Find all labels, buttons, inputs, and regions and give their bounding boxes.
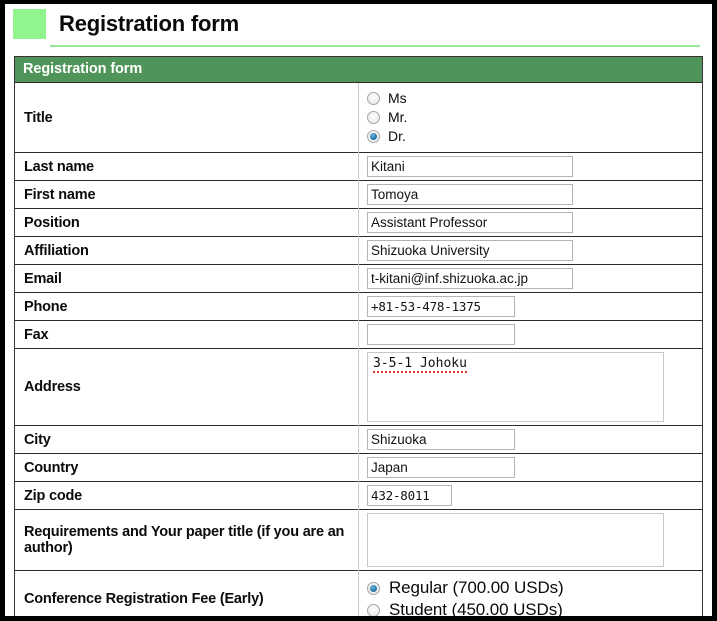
radio-label-dr: Dr. [388, 128, 406, 144]
form-row-country: Country Japan [15, 453, 702, 482]
radio-label-ms: Ms [388, 90, 407, 106]
label-first-name: First name [15, 180, 359, 209]
radio-icon-regular[interactable] [367, 581, 380, 595]
registration-form: Registration form Title Ms Mr. Dr. Last … [14, 56, 703, 619]
page-title: Registration form [59, 11, 239, 36]
field-title: Ms Mr. Dr. [359, 83, 703, 153]
label-fax: Fax [15, 320, 359, 349]
green-swatch-icon [13, 9, 46, 39]
phone-input[interactable]: +81-53-478-1375 [367, 296, 515, 317]
field-last-name: Kitani [358, 152, 702, 181]
registration-page: Registration form Registration form Titl… [0, 0, 717, 621]
requirements-textarea[interactable] [367, 513, 664, 567]
label-position: Position [15, 208, 359, 237]
field-city: Shizuoka [358, 425, 702, 454]
field-fax [358, 320, 702, 349]
label-registration-fee: Conference Registration Fee (Early) [15, 570, 359, 616]
form-row-affiliation: Affiliation Shizuoka University [15, 236, 702, 265]
zip-code-input[interactable]: 432-8011 [367, 485, 452, 506]
first-name-input[interactable]: Tomoya [367, 184, 573, 205]
form-row-registration-fee: Conference Registration Fee (Early) Regu… [15, 570, 702, 619]
radio-option-ms[interactable]: Ms [367, 89, 702, 108]
label-zip-code: Zip code [15, 481, 359, 510]
field-affiliation: Shizuoka University [358, 236, 702, 265]
form-section-title: Registration form [15, 57, 702, 83]
label-city: City [15, 425, 359, 454]
label-country: Country [15, 453, 359, 482]
radio-label-mr: Mr. [388, 109, 408, 125]
label-phone: Phone [15, 292, 359, 321]
field-zip-code: 432-8011 [358, 481, 702, 510]
label-email: Email [15, 264, 359, 293]
radio-label-regular: Regular (700.00 USDs) [389, 578, 564, 597]
radio-option-dr[interactable]: Dr. [367, 127, 702, 146]
form-row-city: City Shizuoka [15, 425, 702, 454]
field-position: Assistant Professor [358, 208, 702, 237]
form-row-requirements: Requirements and Your paper title (if yo… [15, 509, 702, 571]
radio-option-regular[interactable]: Regular (700.00 USDs) [367, 577, 702, 599]
label-affiliation: Affiliation [15, 236, 359, 265]
radio-icon-ms[interactable] [367, 92, 380, 105]
radio-option-mr[interactable]: Mr. [367, 108, 702, 127]
title-radio-group[interactable]: Ms Mr. Dr. [367, 86, 702, 149]
field-first-name: Tomoya [358, 180, 702, 209]
header-divider [50, 45, 700, 47]
form-row-last-name: Last name Kitani [15, 152, 702, 181]
form-row-fax: Fax [15, 320, 702, 349]
affiliation-input[interactable]: Shizuoka University [367, 240, 573, 261]
address-value: 3-5-1 Johoku [373, 356, 467, 373]
label-title: Title [15, 82, 359, 153]
form-row-first-name: First name Tomoya [15, 180, 702, 209]
radio-option-student[interactable]: Student (450.00 USDs) [367, 599, 702, 619]
city-input[interactable]: Shizuoka [367, 429, 515, 450]
form-row-position: Position Assistant Professor [15, 208, 702, 237]
field-registration-fee: Regular (700.00 USDs) Student (450.00 US… [358, 570, 702, 619]
field-phone: +81-53-478-1375 [358, 292, 702, 321]
label-address: Address [15, 348, 359, 426]
last-name-input[interactable]: Kitani [367, 156, 573, 177]
field-address: 3-5-1 Johoku [358, 348, 702, 426]
page-header: Registration form [5, 4, 712, 44]
field-country: Japan [358, 453, 702, 482]
fee-radio-group[interactable]: Regular (700.00 USDs) Student (450.00 US… [367, 574, 702, 619]
form-row-email: Email t-kitani@inf.shizuoka.ac.jp [15, 264, 702, 293]
radio-icon-mr[interactable] [367, 111, 380, 124]
form-row-title: Title Ms Mr. Dr. [15, 82, 703, 153]
label-requirements: Requirements and Your paper title (if yo… [15, 509, 359, 571]
address-textarea[interactable]: 3-5-1 Johoku [367, 352, 664, 422]
fax-input[interactable] [367, 324, 515, 345]
form-section-header-row: Registration form [15, 57, 702, 83]
radio-icon-dr[interactable] [367, 130, 380, 143]
label-last-name: Last name [15, 152, 359, 181]
field-requirements [358, 509, 702, 571]
form-table: Registration form Title Ms Mr. Dr. Last … [15, 57, 703, 619]
radio-label-student: Student (450.00 USDs) [389, 600, 563, 619]
country-input[interactable]: Japan [367, 457, 515, 478]
field-email: t-kitani@inf.shizuoka.ac.jp [358, 264, 702, 293]
form-row-phone: Phone +81-53-478-1375 [15, 292, 702, 321]
form-row-address: Address 3-5-1 Johoku [15, 348, 702, 426]
position-input[interactable]: Assistant Professor [367, 212, 573, 233]
form-row-zip-code: Zip code 432-8011 [15, 481, 702, 510]
radio-icon-student[interactable] [367, 603, 380, 616]
email-input[interactable]: t-kitani@inf.shizuoka.ac.jp [367, 268, 573, 289]
